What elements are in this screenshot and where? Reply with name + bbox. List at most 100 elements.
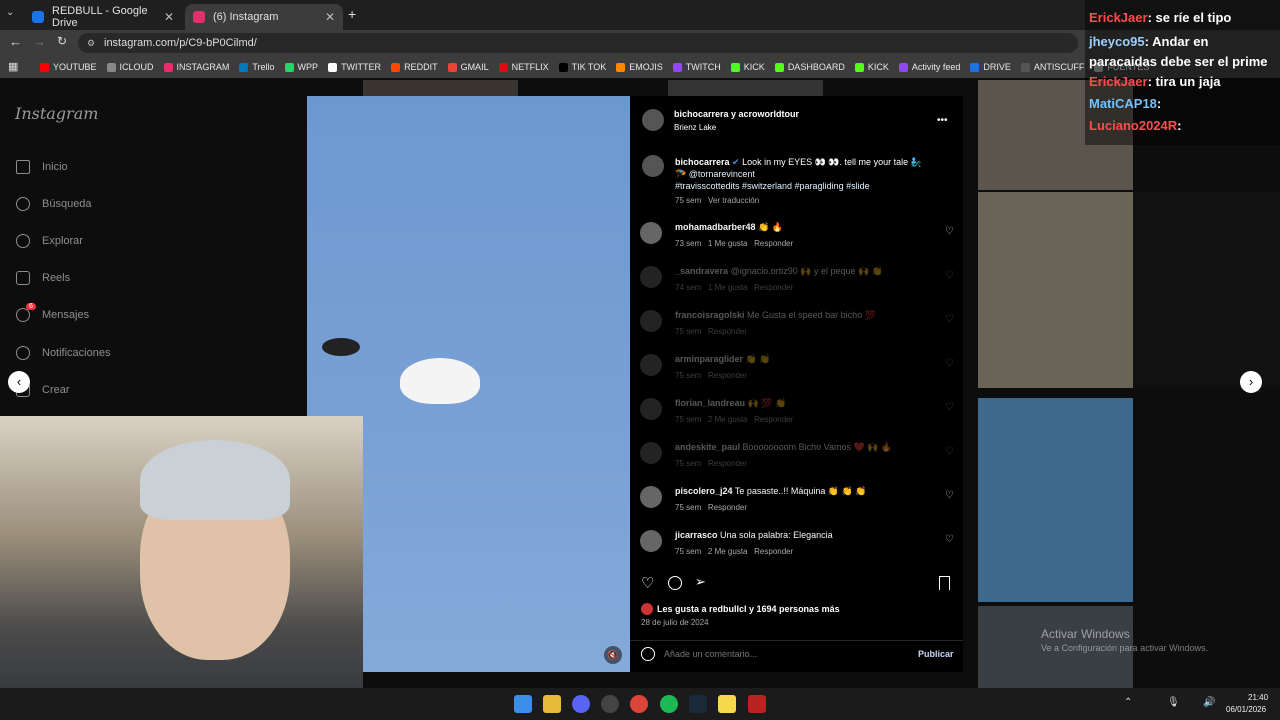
bookmark-item[interactable]: KICK (854, 62, 889, 72)
address-bar[interactable]: ⚙ instagram.com/p/C9-bP0Cilmd/ (78, 33, 1078, 53)
mute-icon[interactable]: 🔇 (604, 646, 622, 664)
bookmark-item[interactable]: YOUTUBE (40, 62, 97, 72)
comment-like-heart-icon[interactable]: ♡ (945, 270, 954, 281)
reply-link[interactable]: Responder (708, 371, 747, 380)
comment-like-heart-icon[interactable]: ♡ (945, 358, 954, 369)
next-post-button[interactable]: › (1240, 371, 1262, 393)
commenter-avatar[interactable] (640, 486, 662, 508)
commenter-avatar[interactable] (640, 266, 662, 288)
instagram-logo[interactable]: Instagram (15, 104, 98, 123)
sticky-notes-icon[interactable] (718, 695, 736, 713)
forward-icon[interactable]: → (33, 34, 46, 49)
show-hidden-icons[interactable]: ⌃ (1124, 697, 1132, 708)
clock-time[interactable]: 21:40 (1248, 693, 1268, 702)
reply-link[interactable]: Responder (754, 283, 793, 292)
windows-start-icon[interactable] (514, 695, 532, 713)
comment-like-heart-icon[interactable]: ♡ (945, 446, 954, 457)
tab-search-icon[interactable]: ⌄ (6, 7, 14, 18)
comment-username[interactable]: mohamadbarber48 (675, 222, 756, 232)
bookmark-item[interactable]: Trello (239, 62, 275, 72)
discord-icon[interactable] (572, 695, 590, 713)
comment-like-heart-icon[interactable]: ♡ (945, 490, 954, 501)
bookmark-item[interactable]: TWITTER (328, 62, 381, 72)
comment-icon[interactable] (668, 576, 682, 590)
like-heart-icon[interactable]: ♡ (641, 574, 654, 592)
comment-likes[interactable]: 2 Me gusta (708, 415, 748, 424)
chrome-icon[interactable] (630, 695, 648, 713)
comment-username[interactable]: _sandravera (675, 266, 728, 276)
new-tab-button[interactable]: + (348, 6, 356, 22)
caption-avatar[interactable] (642, 155, 664, 177)
comment-username[interactable]: francoisragolski (675, 310, 745, 320)
bookmark-item[interactable]: DASHBOARD (774, 62, 845, 72)
obs-icon[interactable] (601, 695, 619, 713)
bookmark-item[interactable]: KICK (730, 62, 765, 72)
comment-like-heart-icon[interactable]: ♡ (945, 226, 954, 237)
background-post-tile[interactable] (978, 398, 1133, 602)
reply-link[interactable]: Responder (708, 459, 747, 468)
likes-summary[interactable]: Les gusta a redbullcl y 1694 personas má… (657, 604, 840, 614)
reply-link[interactable]: Responder (708, 327, 747, 336)
previous-post-button[interactable]: ‹ (8, 371, 30, 393)
steam-icon[interactable] (689, 695, 707, 713)
publish-button[interactable]: Publicar (918, 649, 954, 659)
bookmark-item[interactable]: DRIVE (970, 62, 1011, 72)
site-info-icon[interactable]: ⚙ (87, 33, 95, 53)
comment-likes[interactable]: 1 Me gusta (708, 283, 748, 292)
commenter-avatar[interactable] (640, 354, 662, 376)
emoji-picker-icon[interactable] (641, 647, 655, 661)
commenter-avatar[interactable] (640, 222, 662, 244)
bookmark-item[interactable]: EMOJIS (616, 62, 663, 72)
reload-icon[interactable]: ↻ (57, 34, 67, 48)
bookmark-item[interactable]: NETFLIX (498, 62, 549, 72)
caption-user[interactable]: bichocarrera (675, 157, 730, 167)
save-bookmark-icon[interactable] (939, 576, 950, 590)
sidebar-item-notificaciones[interactable]: Notificaciones (16, 343, 110, 363)
commenter-avatar[interactable] (640, 310, 662, 332)
file-explorer-icon[interactable] (543, 695, 561, 713)
bookmark-item[interactable]: WPP (284, 62, 318, 72)
bookmark-item[interactable]: Activity feed (898, 62, 960, 72)
bookmark-item[interactable]: TWITCH (672, 62, 721, 72)
reply-link[interactable]: Responder (754, 547, 793, 556)
sidebar-item-reels[interactable]: Reels (16, 268, 70, 288)
sidebar-item-explorar[interactable]: Explorar (16, 231, 83, 251)
commenter-avatar[interactable] (640, 530, 662, 552)
background-post-tile[interactable] (978, 192, 1133, 388)
tab-instagram[interactable]: (6) Instagram ✕ (185, 4, 343, 30)
comment-username[interactable]: arminparaglider (675, 354, 743, 364)
bookmark-item[interactable]: TIK TOK (558, 62, 606, 72)
caption-mention[interactable]: @tornarevincent (689, 169, 755, 179)
sidebar-item-mensajes[interactable]: Mensajes 6 (16, 303, 89, 325)
reply-link[interactable]: Responder (754, 239, 793, 248)
comment-username[interactable]: andeskite_paul (675, 442, 740, 452)
comment-like-heart-icon[interactable]: ♡ (945, 314, 954, 325)
comment-input[interactable] (664, 646, 904, 662)
reply-link[interactable]: Responder (708, 503, 747, 512)
bookmark-item[interactable]: ANTISCUFF (1020, 62, 1084, 72)
sidebar-item-busqueda[interactable]: Búsqueda (16, 194, 92, 214)
bookmark-item[interactable]: ICLOUD (106, 62, 154, 72)
bookmark-item[interactable]: GMAIL (447, 62, 489, 72)
comment-likes[interactable]: 2 Me gusta (708, 547, 748, 556)
game-app-icon[interactable] (748, 695, 766, 713)
comment-like-heart-icon[interactable]: ♡ (945, 534, 954, 545)
comment-like-heart-icon[interactable]: ♡ (945, 402, 954, 413)
caption-hashtags[interactable]: #travisscottedits #switzerland #paraglid… (675, 181, 870, 191)
background-post-tile[interactable] (1133, 192, 1280, 388)
bookmark-item[interactable]: INSTAGRAM (163, 62, 229, 72)
comment-username[interactable]: florian_landreau (675, 398, 745, 408)
volume-icon[interactable]: 🔊 (1203, 697, 1215, 708)
close-tab-icon[interactable]: ✕ (164, 10, 174, 24)
back-icon[interactable]: ← (9, 34, 22, 49)
tab-google-drive[interactable]: REDBULL - Google Drive ✕ (24, 4, 182, 30)
more-options-icon[interactable]: ••• (937, 115, 948, 126)
apps-icon[interactable]: ▦ (8, 60, 18, 73)
spotify-icon[interactable] (660, 695, 678, 713)
post-authors[interactable]: bichocarrera y acroworldtour (674, 109, 799, 119)
share-send-icon[interactable]: ➢ (695, 574, 706, 590)
comment-likes[interactable]: 1 Me gusta (708, 239, 748, 248)
author-avatar[interactable] (642, 109, 664, 131)
microphone-icon[interactable]: 🎙 (1167, 697, 1180, 708)
post-location[interactable]: Brienz Lake (674, 123, 716, 132)
